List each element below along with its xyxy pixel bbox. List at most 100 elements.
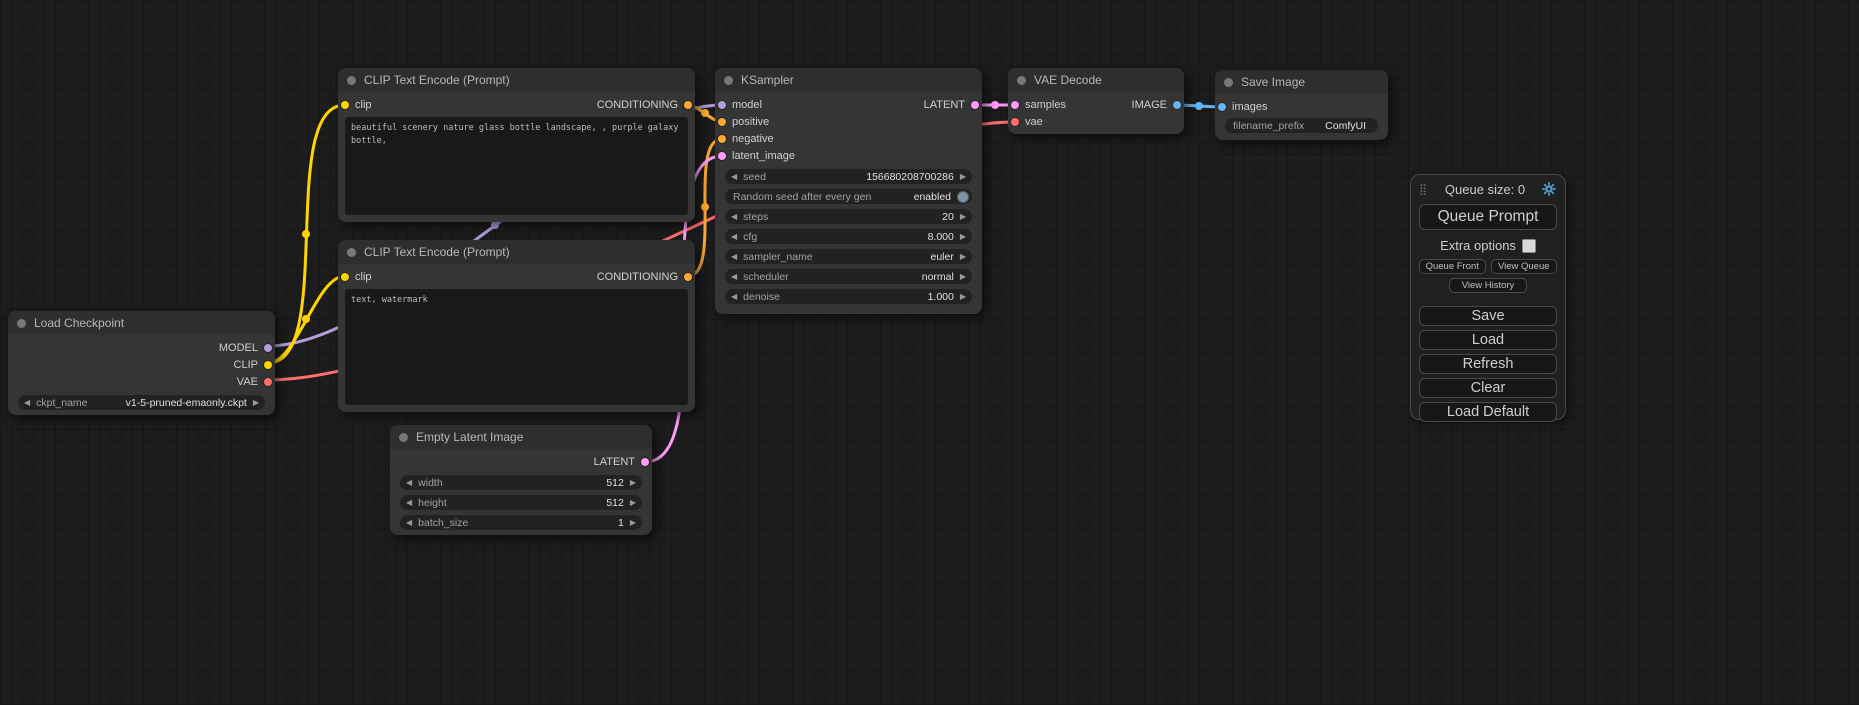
input-port-latent-image[interactable] bbox=[718, 152, 726, 160]
output-port-conditioning[interactable] bbox=[684, 101, 692, 109]
increment-arrow-icon[interactable]: ▶ bbox=[960, 293, 966, 301]
collapse-dot-icon[interactable] bbox=[1224, 78, 1233, 87]
link-midpoint-dot bbox=[701, 203, 709, 211]
prompt-textarea[interactable]: text, watermark bbox=[345, 289, 688, 405]
node-titlebar[interactable]: Save Image bbox=[1215, 70, 1388, 94]
widget-filename-prefix[interactable]: filename_prefix ComfyUI bbox=[1225, 118, 1378, 133]
drag-handle-icon[interactable]: ⣿ bbox=[1419, 183, 1427, 196]
increment-arrow-icon[interactable]: ▶ bbox=[960, 273, 966, 281]
decrement-arrow-icon[interactable]: ◀ bbox=[731, 273, 737, 281]
decrement-arrow-icon[interactable]: ◀ bbox=[406, 499, 412, 507]
collapse-dot-icon[interactable] bbox=[17, 319, 26, 328]
node-titlebar[interactable]: VAE Decode bbox=[1008, 68, 1184, 92]
decrement-arrow-icon[interactable]: ◀ bbox=[731, 293, 737, 301]
view-history-button[interactable]: View History bbox=[1449, 278, 1527, 293]
increment-arrow-icon[interactable]: ▶ bbox=[630, 499, 636, 507]
widget-denoise[interactable]: ◀ denoise 1.000 ▶ bbox=[725, 289, 972, 304]
increment-arrow-icon[interactable]: ▶ bbox=[630, 479, 636, 487]
view-queue-button[interactable]: View Queue bbox=[1491, 259, 1558, 274]
input-port-model[interactable] bbox=[718, 101, 726, 109]
increment-arrow-icon[interactable]: ▶ bbox=[253, 399, 259, 407]
decrement-arrow-icon[interactable]: ◀ bbox=[731, 173, 737, 181]
decrement-arrow-icon[interactable]: ◀ bbox=[731, 233, 737, 241]
increment-arrow-icon[interactable]: ▶ bbox=[960, 213, 966, 221]
collapse-dot-icon[interactable] bbox=[399, 433, 408, 442]
input-port-positive[interactable] bbox=[718, 118, 726, 126]
queue-menu-panel: ⣿ Queue size: 0 bbox=[1410, 174, 1566, 420]
decrement-arrow-icon[interactable]: ◀ bbox=[24, 399, 30, 407]
widget-label: height bbox=[418, 497, 447, 509]
output-label-model: MODEL bbox=[219, 342, 258, 354]
prompt-textarea[interactable]: beautiful scenery nature glass bottle la… bbox=[345, 117, 688, 215]
output-label-conditioning: CONDITIONING bbox=[597, 99, 678, 111]
widget-batch-size[interactable]: ◀ batch_size 1 ▶ bbox=[400, 515, 642, 530]
widget-random-seed-toggle[interactable]: Random seed after every gen enabled bbox=[725, 189, 972, 204]
increment-arrow-icon[interactable]: ▶ bbox=[960, 173, 966, 181]
widget-ckpt-name[interactable]: ◀ ckpt_name v1-5-pruned-emaonly.ckpt ▶ bbox=[18, 395, 265, 410]
collapse-dot-icon[interactable] bbox=[1017, 76, 1026, 85]
node-titlebar[interactable]: CLIP Text Encode (Prompt) bbox=[338, 240, 695, 264]
input-port-vae[interactable] bbox=[1011, 118, 1019, 126]
increment-arrow-icon[interactable]: ▶ bbox=[960, 233, 966, 241]
load-button[interactable]: Load bbox=[1419, 330, 1557, 350]
decrement-arrow-icon[interactable]: ◀ bbox=[406, 519, 412, 527]
input-label-clip: clip bbox=[355, 99, 372, 111]
node-titlebar[interactable]: Empty Latent Image bbox=[390, 425, 652, 449]
save-button[interactable]: Save bbox=[1419, 306, 1557, 326]
widget-value: 1.000 bbox=[928, 291, 954, 303]
load-default-button[interactable]: Load Default bbox=[1419, 402, 1557, 422]
widget-steps[interactable]: ◀ steps 20 ▶ bbox=[725, 209, 972, 224]
link-midpoint-dot bbox=[302, 315, 310, 323]
widget-sampler-name[interactable]: ◀ sampler_name euler ▶ bbox=[725, 249, 972, 264]
collapse-dot-icon[interactable] bbox=[347, 248, 356, 257]
collapse-dot-icon[interactable] bbox=[347, 76, 356, 85]
extra-options-checkbox[interactable] bbox=[1522, 239, 1536, 253]
output-port-latent[interactable] bbox=[641, 458, 649, 466]
node-title: CLIP Text Encode (Prompt) bbox=[364, 73, 510, 87]
node-titlebar[interactable]: Load Checkpoint bbox=[8, 311, 275, 335]
output-port-image[interactable] bbox=[1173, 101, 1181, 109]
widget-label: steps bbox=[743, 211, 768, 223]
collapse-dot-icon[interactable] bbox=[724, 76, 733, 85]
node-title: Save Image bbox=[1241, 75, 1305, 89]
output-label-latent: LATENT bbox=[924, 99, 965, 111]
output-port-model[interactable] bbox=[264, 344, 272, 352]
output-port-latent[interactable] bbox=[971, 101, 979, 109]
increment-arrow-icon[interactable]: ▶ bbox=[960, 253, 966, 261]
link-midpoint-dot bbox=[302, 230, 310, 238]
port-row: negative bbox=[715, 130, 982, 147]
queue-prompt-button[interactable]: Queue Prompt bbox=[1419, 204, 1557, 230]
queue-front-button[interactable]: Queue Front bbox=[1419, 259, 1486, 274]
output-label-clip: CLIP bbox=[234, 359, 258, 371]
widget-seed[interactable]: ◀ seed 156680208700286 ▶ bbox=[725, 169, 972, 184]
widget-width[interactable]: ◀ width 512 ▶ bbox=[400, 475, 642, 490]
input-port-samples[interactable] bbox=[1011, 101, 1019, 109]
link-midpoint-dot bbox=[491, 221, 499, 229]
output-port-vae[interactable] bbox=[264, 378, 272, 386]
output-port-conditioning[interactable] bbox=[684, 273, 692, 281]
input-port-clip[interactable] bbox=[341, 273, 349, 281]
port-row: vae bbox=[1008, 113, 1184, 130]
refresh-button[interactable]: Refresh bbox=[1419, 354, 1557, 374]
widget-cfg[interactable]: ◀ cfg 8.000 ▶ bbox=[725, 229, 972, 244]
decrement-arrow-icon[interactable]: ◀ bbox=[406, 479, 412, 487]
clear-button[interactable]: Clear bbox=[1419, 378, 1557, 398]
widget-scheduler[interactable]: ◀ scheduler normal ▶ bbox=[725, 269, 972, 284]
output-port-clip[interactable] bbox=[264, 361, 272, 369]
input-port-negative[interactable] bbox=[718, 135, 726, 143]
input-label-vae: vae bbox=[1025, 116, 1043, 128]
input-port-clip[interactable] bbox=[341, 101, 349, 109]
settings-gear-icon[interactable] bbox=[1541, 181, 1557, 197]
widget-value: enabled bbox=[914, 191, 951, 203]
node-load-checkpoint: Load Checkpoint MODEL CLIP VAE ◀ ckpt_na… bbox=[8, 311, 275, 415]
input-port-images[interactable] bbox=[1218, 103, 1226, 111]
decrement-arrow-icon[interactable]: ◀ bbox=[731, 253, 737, 261]
port-row: model LATENT bbox=[715, 96, 982, 113]
increment-arrow-icon[interactable]: ▶ bbox=[630, 519, 636, 527]
node-titlebar[interactable]: CLIP Text Encode (Prompt) bbox=[338, 68, 695, 92]
toggle-knob-icon[interactable] bbox=[957, 191, 969, 203]
widget-height[interactable]: ◀ height 512 ▶ bbox=[400, 495, 642, 510]
decrement-arrow-icon[interactable]: ◀ bbox=[731, 213, 737, 221]
node-titlebar[interactable]: KSampler bbox=[715, 68, 982, 92]
node-graph-canvas[interactable]: Load Checkpoint MODEL CLIP VAE ◀ ckpt_na… bbox=[0, 0, 1859, 705]
